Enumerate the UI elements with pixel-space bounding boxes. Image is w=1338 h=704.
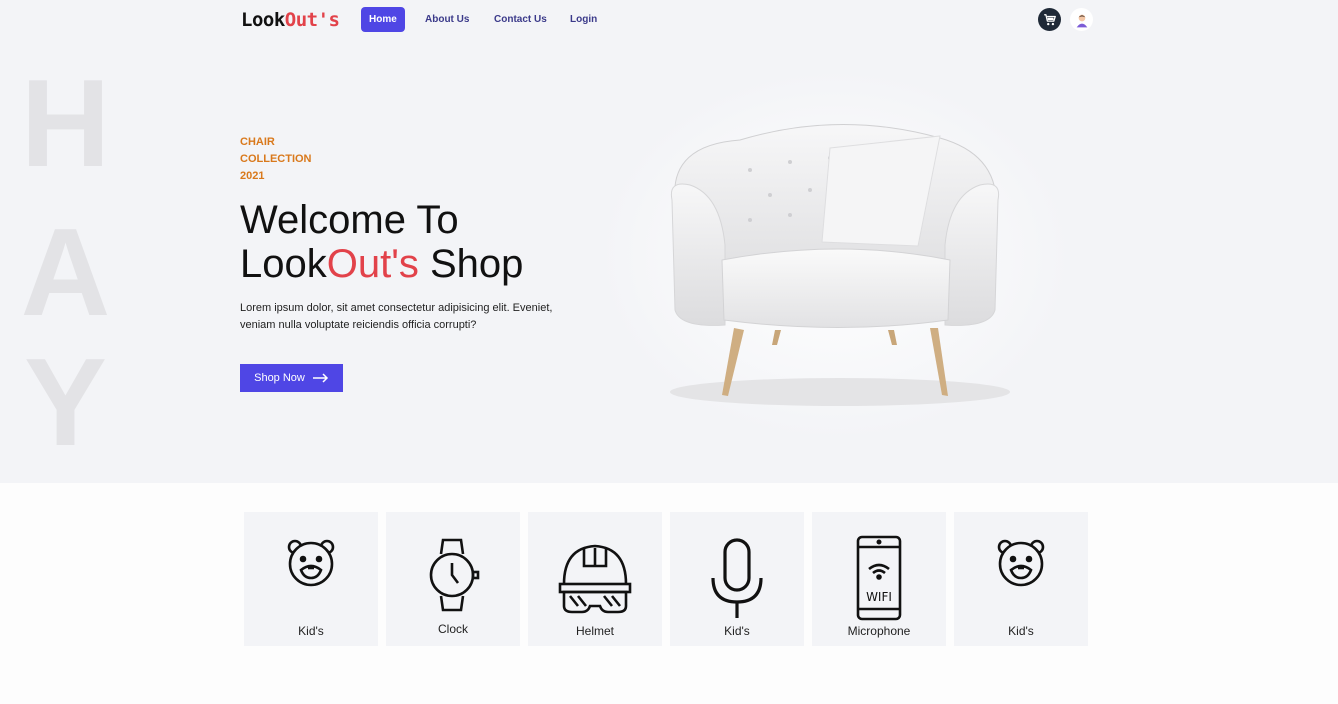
phone-wifi-icon: WIFI xyxy=(856,535,902,621)
eyebrow-line: COLLECTION xyxy=(240,153,312,165)
category-card[interactable]: Kid's xyxy=(670,512,804,646)
category-card[interactable]: Kid's xyxy=(954,512,1088,646)
nav-about-us[interactable]: About Us xyxy=(417,7,477,32)
arrow-right-icon xyxy=(312,373,328,383)
category-label: Kid's xyxy=(298,624,324,638)
category-label: Helmet xyxy=(575,624,614,638)
logo-text-look: Look xyxy=(241,9,285,31)
category-label: Clock xyxy=(437,622,468,636)
hero-section: H A Y LookOut's Home About Us Contact Us… xyxy=(0,0,1338,483)
category-card[interactable]: Clock xyxy=(386,512,520,646)
eyebrow-line: 2021 xyxy=(240,170,265,182)
category-card[interactable]: Kid's xyxy=(244,512,378,646)
cart-icon xyxy=(1043,13,1056,25)
eyebrow-line: CHAIR xyxy=(240,136,275,148)
user-avatar-icon xyxy=(1076,14,1087,27)
nav-contact-us[interactable]: Contact Us xyxy=(486,7,555,32)
hero-title-look: Look xyxy=(240,242,327,286)
nav-home[interactable]: Home xyxy=(361,7,405,32)
hero-title-line1: Welcome To xyxy=(240,198,459,242)
background-letter: Y xyxy=(24,334,107,472)
hero-eyebrow: CHAIR COLLECTION 2021 xyxy=(240,134,360,185)
microphone-icon xyxy=(711,538,763,618)
hero-title-outs: Out's xyxy=(326,242,419,286)
hero-title: Welcome To LookOut's Shop xyxy=(240,198,523,286)
background-letter: A xyxy=(20,204,111,342)
category-label: Microphone xyxy=(847,624,911,638)
bear-icon xyxy=(287,539,335,587)
hero-title-shop: Shop xyxy=(418,242,524,286)
category-list: Kid's Clock Helmet Kid's WIFI Microphone… xyxy=(244,512,1088,646)
category-card[interactable]: Helmet xyxy=(528,512,662,646)
category-label: Kid's xyxy=(724,624,750,638)
cart-button[interactable] xyxy=(1038,8,1061,31)
category-card[interactable]: WIFI Microphone xyxy=(812,512,946,646)
category-label: Kid's xyxy=(1008,624,1034,638)
hero-description: Lorem ipsum dolor, sit amet consectetur … xyxy=(240,302,553,331)
shop-now-button[interactable]: Shop Now xyxy=(240,364,343,392)
chair-image xyxy=(600,70,1070,440)
shop-now-label: Shop Now xyxy=(254,372,305,384)
top-nav: LookOut's Home About Us Contact Us Login xyxy=(241,7,1093,33)
helmet-icon xyxy=(558,544,632,614)
watch-icon xyxy=(429,538,480,612)
bear-icon xyxy=(997,539,1045,587)
background-letter: H xyxy=(20,55,111,193)
svg-text:WIFI: WIFI xyxy=(866,590,892,604)
user-avatar[interactable] xyxy=(1070,8,1093,31)
logo[interactable]: LookOut's xyxy=(241,9,340,31)
logo-text-outs: Out's xyxy=(284,9,340,31)
nav-login[interactable]: Login xyxy=(562,7,605,32)
